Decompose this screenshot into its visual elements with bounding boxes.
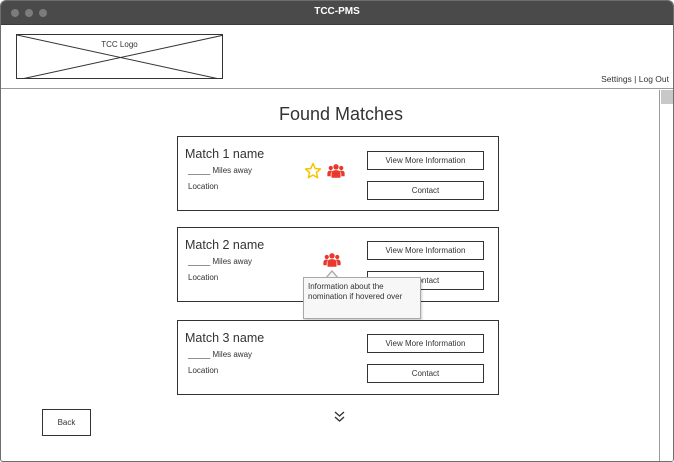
view-more-information-button[interactable]: View More Information bbox=[367, 241, 484, 260]
match-card: Match 1 name _____ Miles away Location V… bbox=[177, 136, 499, 211]
app-window: TCC-PMS TCC Logo Settings | Log Out Foun… bbox=[0, 0, 674, 462]
logo-label: TCC Logo bbox=[101, 40, 138, 49]
match-distance: _____ Miles away bbox=[188, 257, 253, 266]
back-button[interactable]: Back bbox=[42, 409, 91, 436]
scrollbar-track[interactable] bbox=[661, 104, 673, 461]
match-name: Match 1 name bbox=[185, 147, 265, 161]
settings-link[interactable]: Settings bbox=[601, 74, 632, 84]
page-title: Found Matches bbox=[278, 104, 404, 124]
contact-button[interactable]: Contact bbox=[367, 364, 484, 383]
scrollbar-thumb[interactable] bbox=[661, 90, 673, 104]
group-icon[interactable] bbox=[323, 251, 341, 269]
match-name: Match 3 name bbox=[185, 331, 265, 345]
view-more-information-button[interactable]: View More Information bbox=[367, 334, 484, 353]
logo-placeholder: TCC Logo bbox=[16, 34, 223, 79]
match-name: Match 2 name bbox=[185, 238, 265, 252]
match-location: Location bbox=[188, 182, 219, 191]
header-link-separator: | bbox=[631, 74, 639, 84]
match-distance: _____ Miles away bbox=[188, 166, 253, 175]
view-more-information-button[interactable]: View More Information bbox=[367, 151, 484, 170]
window-title: TCC-PMS bbox=[314, 6, 360, 17]
title-bar: TCC-PMS bbox=[1, 1, 673, 25]
match-card: Match 3 name _____ Miles away Location V… bbox=[177, 320, 499, 395]
nomination-tooltip: Information about the nomination if hove… bbox=[303, 277, 421, 319]
page-header: TCC Logo Settings | Log Out bbox=[1, 25, 673, 89]
star-outline-icon[interactable] bbox=[304, 162, 322, 180]
logout-link[interactable]: Log Out bbox=[639, 74, 669, 84]
header-links: Settings | Log Out bbox=[601, 74, 669, 84]
vertical-scrollbar[interactable] bbox=[659, 90, 673, 461]
group-icon[interactable] bbox=[327, 162, 345, 180]
match-distance: _____ Miles away bbox=[188, 350, 253, 359]
double-chevron-down-icon[interactable] bbox=[334, 411, 345, 423]
match-location: Location bbox=[188, 273, 219, 282]
contact-button[interactable]: Contact bbox=[367, 181, 484, 200]
match-location: Location bbox=[188, 366, 219, 375]
